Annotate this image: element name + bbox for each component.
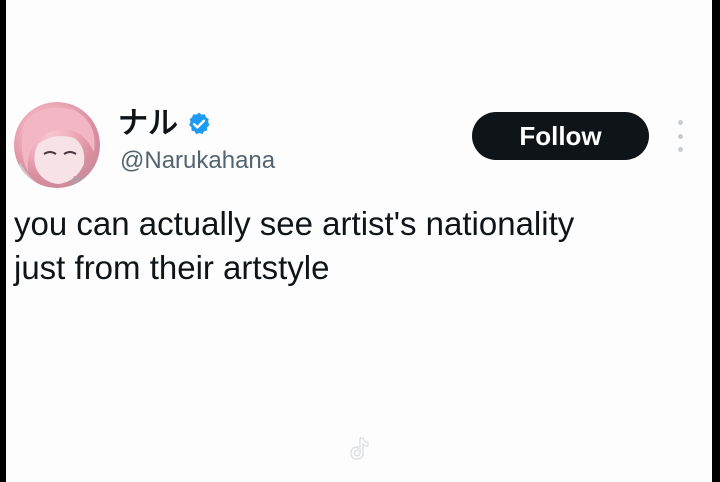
more-vertical-icon[interactable] — [672, 120, 688, 152]
name-row: ナル — [118, 106, 212, 142]
tiktok-logo-icon — [348, 436, 370, 462]
more-dot — [677, 120, 683, 125]
display-name[interactable]: ナル — [118, 106, 178, 142]
more-dot — [677, 147, 683, 152]
post-text: you can actually see artist's nationalit… — [14, 205, 575, 286]
avatar-image — [14, 107, 100, 188]
verified-badge-icon — [186, 111, 212, 137]
user-handle[interactable]: @Narukahana — [120, 146, 275, 176]
avatar[interactable] — [14, 102, 100, 188]
more-dot — [677, 133, 683, 139]
screen-edge — [712, 0, 720, 482]
follow-button[interactable]: Follow — [472, 112, 649, 160]
watermark — [348, 436, 370, 462]
post-card: ナル @Narukahana Follow you can actually s… — [6, 0, 712, 482]
